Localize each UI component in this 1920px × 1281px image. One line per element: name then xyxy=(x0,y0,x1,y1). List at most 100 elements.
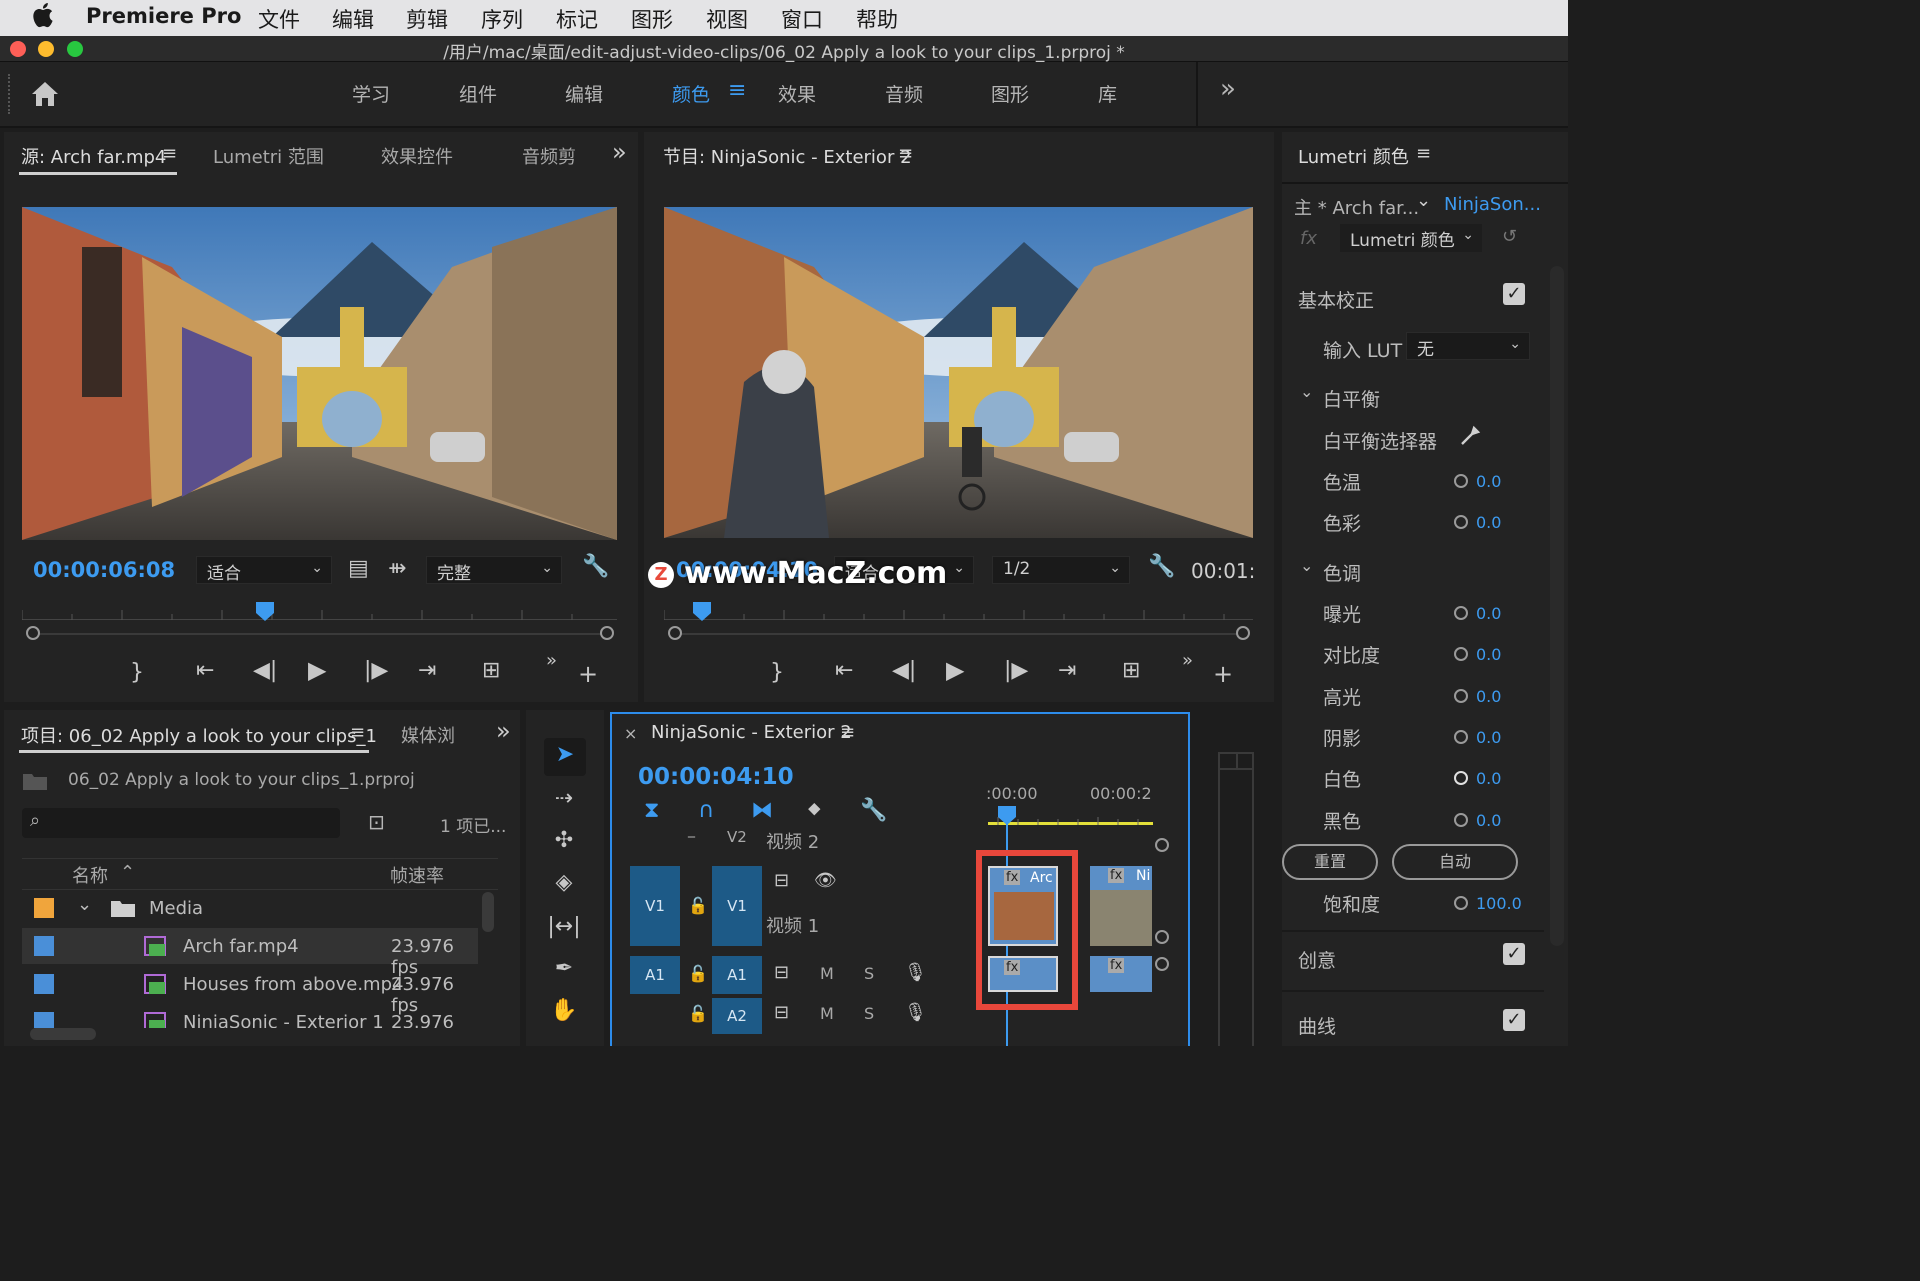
source-overflow-icon[interactable]: » xyxy=(612,138,627,166)
workspace-overflow-icon[interactable]: » xyxy=(1220,74,1236,104)
list-item-arch-far[interactable]: Arch far.mp4 23.976 fps xyxy=(22,928,478,978)
workspace-tab-color[interactable]: 颜色 xyxy=(672,80,710,107)
program-settings-wrench-icon[interactable]: 🔧 xyxy=(1148,554,1175,579)
whites-value[interactable]: 0.0 xyxy=(1476,769,1501,788)
exposure-reset-dot[interactable] xyxy=(1454,606,1468,620)
workspace-tab-effects[interactable]: 效果 xyxy=(778,80,816,107)
mark-out-icon[interactable]: } xyxy=(130,660,144,685)
insert-icon[interactable]: ⊞ xyxy=(482,658,500,683)
a2-track-target[interactable]: A2 xyxy=(712,998,762,1034)
timeline-timecode[interactable]: 00:00:04:10 xyxy=(638,764,794,790)
lumetri-effect-select[interactable]: Lumetri 颜色 ⌄ xyxy=(1340,224,1482,252)
curves-checkbox[interactable]: ✓ xyxy=(1503,1009,1525,1031)
program-lift-icon[interactable]: ⊞ xyxy=(1122,658,1140,683)
workspace-menu-icon[interactable]: ≡ xyxy=(728,78,746,103)
auto-button[interactable]: 自动 xyxy=(1392,844,1518,880)
find-icon[interactable]: ⊡ xyxy=(368,810,385,834)
program-panel-menu-icon[interactable]: ≡ xyxy=(898,143,913,164)
timeline-v-scroll-mid[interactable] xyxy=(1155,930,1169,944)
menu-graphics[interactable]: 图形 xyxy=(631,4,673,34)
lumetri-master-clip[interactable]: 主 * Arch far... xyxy=(1294,194,1419,220)
v2-track-label[interactable]: V2 xyxy=(727,828,747,846)
highlights-reset-dot[interactable] xyxy=(1454,689,1468,703)
timeline-menu-icon[interactable]: ≡ xyxy=(840,722,855,743)
menu-sequence[interactable]: 序列 xyxy=(481,4,523,34)
shadows-value[interactable]: 0.0 xyxy=(1476,728,1501,747)
source-settings-wrench-icon[interactable]: 🔧 xyxy=(582,554,609,579)
source-playhead[interactable] xyxy=(256,602,274,621)
program-mark-out-icon[interactable]: } xyxy=(770,660,784,685)
app-name-menu[interactable]: Premiere Pro xyxy=(86,4,241,28)
exposure-value[interactable]: 0.0 xyxy=(1476,604,1501,623)
section-creative[interactable]: 创意 xyxy=(1298,946,1336,973)
linked-selection-icon[interactable]: ⧓ xyxy=(751,798,773,823)
v1-clip-ninjasonic[interactable]: fx Ni xyxy=(1090,866,1152,946)
program-add-button-icon[interactable]: + xyxy=(1213,660,1233,688)
workspace-tab-assembly[interactable]: 组件 xyxy=(459,80,497,107)
slip-tool-icon[interactable]: |↔| xyxy=(544,914,584,939)
source-more-icon[interactable]: » xyxy=(546,650,557,671)
sort-ascending-icon[interactable]: ⌃ xyxy=(120,862,135,883)
program-monitor-title[interactable]: 节目: NinjaSonic - Exterior 2 xyxy=(663,143,912,169)
chevron-down-icon[interactable]: ⌄ xyxy=(1300,382,1313,401)
step-back-icon[interactable]: ◀| xyxy=(253,658,277,683)
a1-solo-button[interactable]: S xyxy=(864,964,874,983)
close-window-button[interactable] xyxy=(10,41,26,57)
a1-lock-icon[interactable]: 🔓 xyxy=(688,964,708,983)
track-select-tool-icon[interactable]: ⇢ xyxy=(544,786,584,811)
close-sequence-icon[interactable]: × xyxy=(624,724,637,743)
tab-source[interactable]: 源: Arch far.mp4 xyxy=(21,143,166,169)
source-add-button-icon[interactable]: + xyxy=(578,660,598,688)
a2-mic-icon[interactable]: 🎙 xyxy=(904,1002,927,1023)
tint-reset-dot[interactable] xyxy=(1454,515,1468,529)
tab-audio-clip-mixer[interactable]: 音频剪 xyxy=(522,143,576,169)
workspace-tab-editing[interactable]: 编辑 xyxy=(565,80,603,107)
program-playhead[interactable] xyxy=(693,602,711,621)
v1-track-target[interactable]: V1 xyxy=(712,866,762,946)
minimize-window-button[interactable] xyxy=(38,41,54,57)
go-to-out-icon[interactable]: ⇥ xyxy=(418,658,436,683)
menu-markers[interactable]: 标记 xyxy=(556,4,598,34)
program-ruler[interactable] xyxy=(663,604,1253,620)
menu-window[interactable]: 窗口 xyxy=(781,4,823,34)
lumetri-scrollbar[interactable] xyxy=(1550,266,1564,946)
program-go-to-out-icon[interactable]: ⇥ xyxy=(1058,658,1076,683)
v1-sync-icon[interactable]: ⊟ xyxy=(774,870,789,891)
program-more-icon[interactable]: » xyxy=(1182,650,1193,671)
source-panel-menu-icon[interactable]: ≡ xyxy=(162,143,177,164)
source-video-frame[interactable] xyxy=(22,207,617,540)
column-name-header[interactable]: 名称 xyxy=(72,862,108,888)
program-quality-select[interactable]: 1/2 ⌄ xyxy=(992,556,1130,584)
add-marker-icon[interactable]: ⬥ xyxy=(808,798,821,819)
a2-solo-button[interactable]: S xyxy=(864,1004,874,1023)
program-step-forward-icon[interactable]: |▶ xyxy=(1004,658,1028,683)
basic-correction-checkbox[interactable]: ✓ xyxy=(1503,283,1525,305)
nest-toggle-icon[interactable]: ⧗ xyxy=(644,798,659,823)
list-item-ninjasonic-ext1[interactable]: NinjaSonic - Exterior 1 23.976 fps xyxy=(22,1004,478,1028)
go-to-in-icon[interactable]: ⇤ xyxy=(196,658,214,683)
tab-effect-controls[interactable]: 效果控件 xyxy=(381,143,453,169)
chevron-down-icon[interactable]: ⌄ xyxy=(77,894,92,915)
film-strip-icon[interactable]: ▤ xyxy=(348,556,369,581)
workspace-tab-graphics[interactable]: 图形 xyxy=(991,80,1029,107)
project-search-input[interactable]: ⌕ xyxy=(22,808,340,838)
chevron-down-icon[interactable]: ⌄ xyxy=(1416,190,1431,211)
lumetri-sequence-clip[interactable]: NinjaSon... xyxy=(1444,194,1541,215)
program-step-back-icon[interactable]: ◀| xyxy=(892,658,916,683)
list-item-media-folder[interactable]: ⌄ Media xyxy=(22,890,478,926)
menu-edit[interactable]: 编辑 xyxy=(332,4,374,34)
lumetri-panel-menu-icon[interactable]: ≡ xyxy=(1416,143,1431,164)
workspace-tab-audio[interactable]: 音频 xyxy=(885,80,923,107)
workspace-tab-learning[interactable]: 学习 xyxy=(352,80,390,107)
source-timecode[interactable]: 00:00:06:08 xyxy=(33,558,175,582)
playback-resolution-icon[interactable]: ⇻ xyxy=(388,556,406,581)
section-curves[interactable]: 曲线 xyxy=(1298,1012,1336,1039)
program-go-to-in-icon[interactable]: ⇤ xyxy=(835,658,853,683)
temperature-reset-dot[interactable] xyxy=(1454,474,1468,488)
saturation-value[interactable]: 100.0 xyxy=(1476,894,1522,913)
temperature-value[interactable]: 0.0 xyxy=(1476,472,1501,491)
source-zoom-end-handle[interactable] xyxy=(600,626,614,640)
menu-clip[interactable]: 剪辑 xyxy=(406,4,448,34)
menu-view[interactable]: 视图 xyxy=(706,4,748,34)
a1-clip-ninjasonic-audio[interactable]: fx xyxy=(1090,956,1152,992)
